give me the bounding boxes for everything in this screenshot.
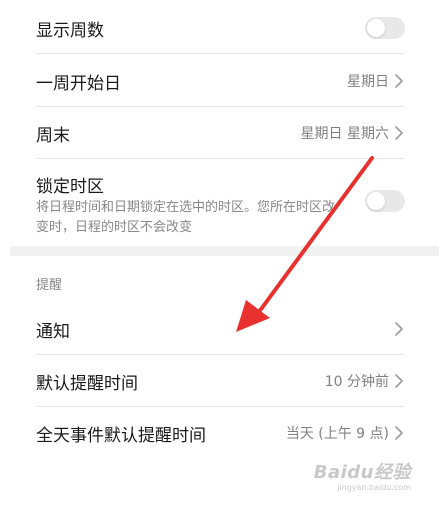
setting-label: 默认提醒时间 [36, 373, 138, 394]
setting-value: 星期日 星期六 [300, 126, 389, 142]
setting-show-week-numbers[interactable]: 显示周数 [36, 6, 405, 50]
toggle-knob [367, 192, 385, 210]
setting-value-group [393, 321, 405, 337]
watermark-url: jingyan.baidu.com [337, 483, 411, 492]
setting-label: 锁定时区 [36, 177, 104, 197]
setting-label: 通知 [36, 321, 70, 342]
setting-value: 当天 (上午 9 点) [285, 426, 389, 442]
setting-value: 10 分钟前 [324, 374, 389, 390]
divider [36, 53, 405, 54]
setting-weekend[interactable]: 周末 星期日 星期六 [36, 110, 405, 156]
chevron-right-icon [395, 126, 403, 140]
toggle-knob [367, 19, 385, 37]
show-week-numbers-toggle[interactable] [365, 17, 405, 39]
section-separator [10, 246, 439, 256]
setting-value-group: 10 分钟前 [325, 371, 405, 391]
lock-timezone-toggle[interactable] [365, 190, 405, 212]
setting-value: 星期日 [347, 74, 389, 90]
setting-lock-timezone[interactable]: 锁定时区 将日程时间和日期锁定在选中的时区。您所在时区改变时，日程的时区不会改变 [36, 168, 405, 240]
divider [36, 406, 405, 407]
divider [36, 106, 405, 107]
divider [36, 354, 405, 355]
setting-value-group: 当天 (上午 9 点) [286, 423, 405, 443]
setting-label: 全天事件默认提醒时间 [36, 425, 206, 446]
setting-value-group: 星期日 星期六 [301, 123, 405, 143]
setting-label: 周末 [36, 125, 70, 146]
setting-notification[interactable]: 通知 [36, 306, 405, 352]
watermark-brand: Baidu经验 [313, 462, 411, 483]
chevron-right-icon [395, 426, 403, 440]
divider [36, 158, 405, 159]
setting-description: 将日程时间和日期锁定在选中的时区。您所在时区改变时，日程的时区不会改变 [36, 200, 336, 235]
setting-label: 一周开始日 [36, 73, 121, 94]
chevron-right-icon [395, 374, 403, 388]
chevron-right-icon [395, 322, 403, 336]
setting-all-day-reminder[interactable]: 全天事件默认提醒时间 当天 (上午 9 点) [36, 410, 405, 456]
baidu-watermark: Baidu经验 jingyan.baidu.com [311, 463, 411, 493]
section-title-reminders: 提醒 [36, 278, 63, 293]
setting-default-reminder[interactable]: 默认提醒时间 10 分钟前 [36, 358, 405, 404]
setting-week-start[interactable]: 一周开始日 星期日 [36, 58, 405, 104]
setting-label: 显示周数 [36, 20, 104, 41]
chevron-right-icon [395, 74, 403, 88]
setting-value-group: 星期日 [347, 71, 405, 91]
